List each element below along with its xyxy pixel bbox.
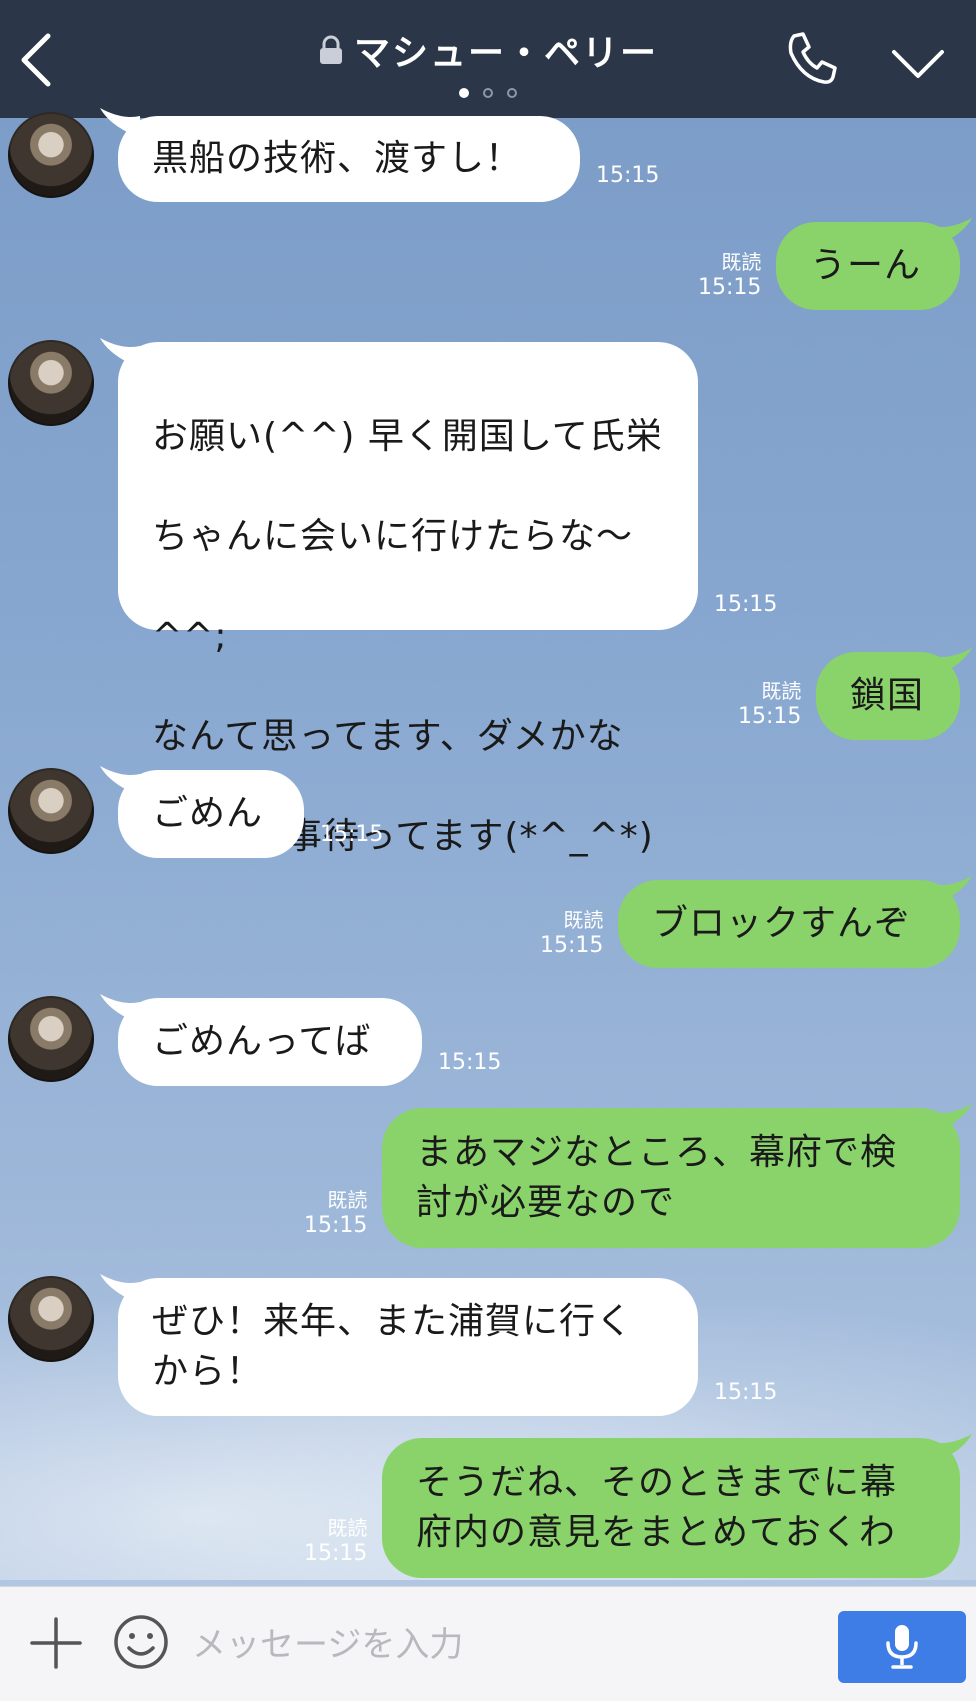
lock-icon	[319, 35, 342, 64]
chat-header: マシュー・ペリー	[0, 0, 976, 118]
message-time: 15:15	[320, 822, 384, 847]
message-status: 既読 15:15	[304, 1184, 367, 1238]
read-receipt: 既読	[327, 1188, 368, 1212]
message-bubble[interactable]: ごめん	[118, 770, 304, 858]
message-line: ^^;	[152, 616, 228, 657]
avatar[interactable]	[8, 340, 94, 426]
message-line: ちゃんに会いに行けたらな〜	[152, 516, 634, 557]
message-time: 15:15	[698, 275, 762, 300]
menu-toggle-button[interactable]	[888, 44, 948, 84]
message-time: 15:15	[304, 1541, 368, 1566]
message-status: 既読 15:15	[540, 904, 603, 958]
message-bubble[interactable]: 黒船の技術、渡すし！	[118, 116, 580, 202]
message-time: 15:15	[304, 1213, 368, 1238]
message-time: 15:15	[596, 163, 660, 188]
bubble-tail	[932, 218, 972, 248]
page-dot-active	[459, 88, 469, 98]
message-time: 15:15	[738, 704, 802, 729]
message-bubble[interactable]: お願い(^^) 早く開国して氏栄 ちゃんに会いに行けたらな〜 ^^; なんて思っ…	[118, 342, 698, 857]
message-line: なんて思ってます、ダメかな	[152, 716, 624, 757]
message-status: 既読 15:15	[698, 246, 761, 300]
bubble-tail	[932, 1104, 972, 1134]
message-status: 既読 15:15	[304, 1512, 367, 1566]
avatar[interactable]	[8, 768, 94, 854]
message-bubble[interactable]: まあマジなところ、幕府で検 討が必要なので	[382, 1108, 960, 1248]
chat-title-text: マシュー・ペリー	[353, 33, 658, 74]
bubble-tail	[932, 876, 972, 906]
message-bubble[interactable]: ぜひ！来年、また浦賀に行く から！	[118, 1278, 698, 1416]
message-bubble[interactable]: ごめんってば	[118, 998, 422, 1086]
avatar[interactable]	[8, 112, 94, 198]
message-bubble[interactable]: そうだね、そのときまでに幕 府内の意見をまとめておくわ	[382, 1438, 960, 1578]
message-time: 15:15	[540, 933, 604, 958]
read-receipt: 既読	[721, 250, 762, 274]
message-input-bar	[0, 1586, 976, 1701]
call-button[interactable]	[780, 30, 840, 90]
chat-title[interactable]: マシュー・ペリー	[318, 24, 658, 76]
avatar[interactable]	[8, 1276, 94, 1362]
message-bubble[interactable]: ブロックすんぞ	[618, 880, 960, 968]
bubble-tail	[932, 648, 972, 678]
message-time: 15:15	[438, 1050, 502, 1075]
microphone-button[interactable]	[838, 1611, 966, 1683]
page-dot	[507, 88, 517, 98]
message-line: お願い(^^) 早く開国して氏栄	[152, 416, 663, 457]
message-time: 15:15	[714, 1380, 778, 1405]
read-receipt: 既読	[563, 908, 604, 932]
message-input[interactable]	[190, 1609, 814, 1681]
sticker-button[interactable]	[112, 1613, 170, 1671]
avatar[interactable]	[8, 996, 94, 1082]
microphone-icon	[886, 1625, 918, 1669]
plus-button[interactable]	[28, 1615, 84, 1671]
read-receipt: 既読	[761, 679, 802, 703]
message-time: 15:15	[714, 592, 778, 617]
page-dot	[483, 88, 493, 98]
message-status: 既読 15:15	[738, 675, 801, 729]
bubble-tail	[932, 1434, 972, 1464]
read-receipt: 既読	[327, 1516, 368, 1540]
